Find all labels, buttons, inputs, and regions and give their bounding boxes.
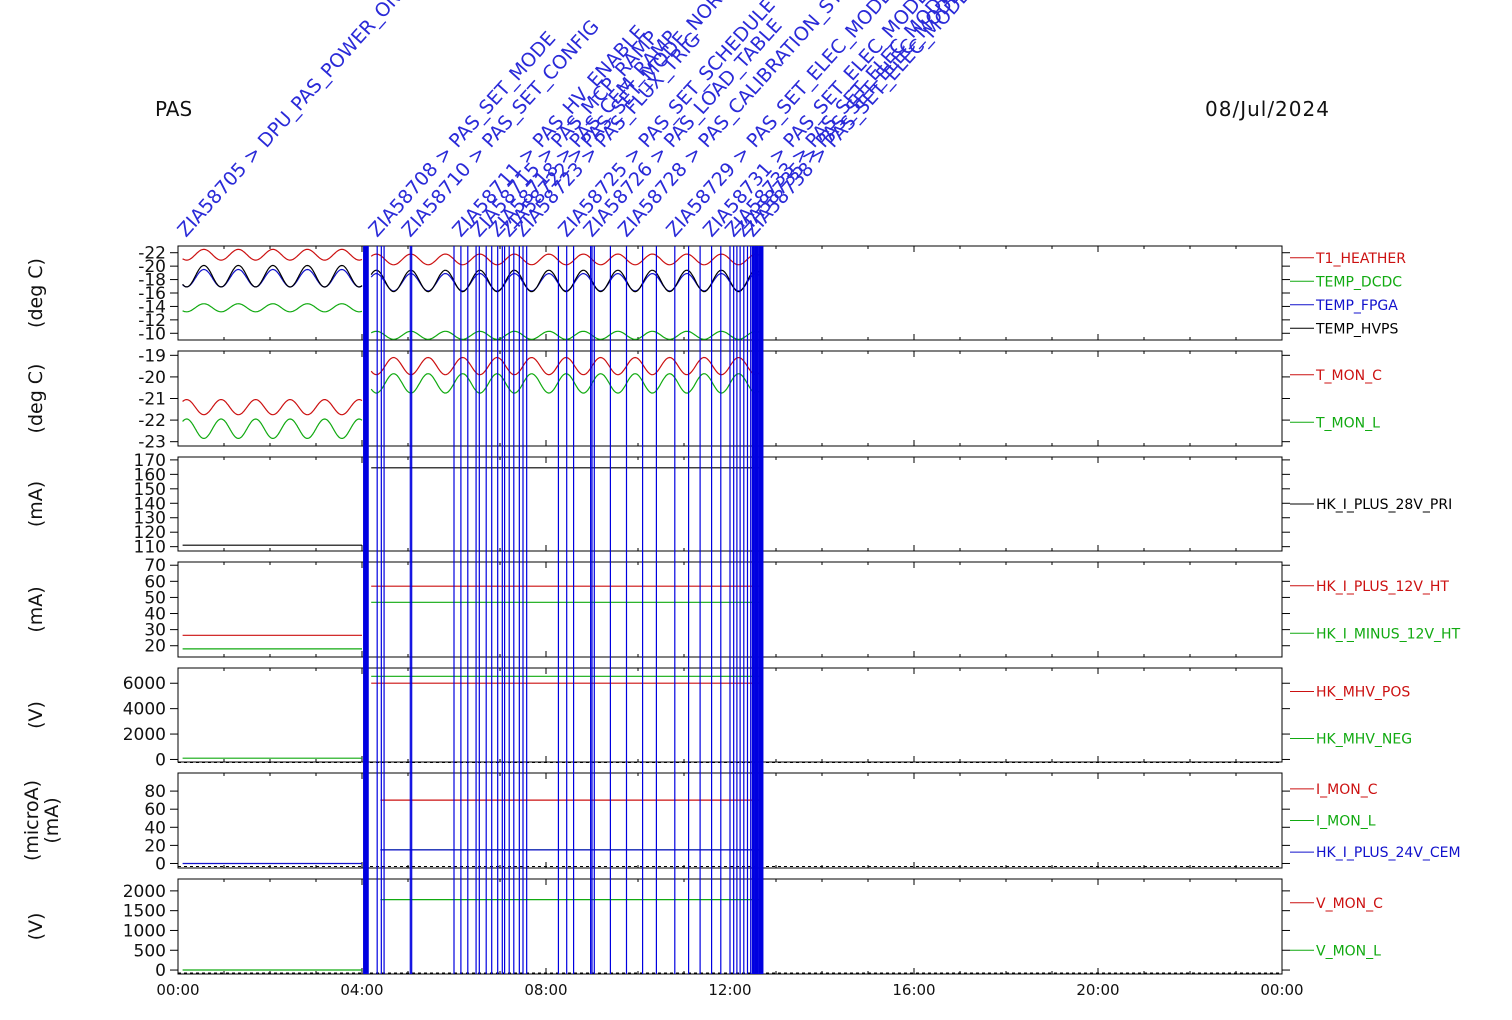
panel-5: 0 2000 4000 6000 (V) HK_MHV_POS HK_MHV_NEG — [25, 667, 1412, 770]
legend-hk-i-plus-24v-cem: HK_I_PLUS_24V_CEM — [1316, 845, 1461, 861]
legend-t1-heather: T1_HEATHER — [1315, 251, 1406, 267]
y-tick-label: 500 — [134, 941, 166, 961]
legend-temp-dcdc: TEMP_DCDC — [1315, 274, 1402, 290]
series-line — [182, 418, 363, 439]
y-tick-label: -23 — [138, 433, 166, 453]
event-labels: ZIA58705 > DPU_PAS_POWER_ONZIA58708 > PA… — [173, 0, 974, 241]
y-tick-label: 2000 — [123, 725, 166, 745]
y-tick-label: 80 — [144, 782, 166, 802]
y-axis-label: (microA) — [21, 780, 43, 861]
y-tick-label: 0 — [155, 854, 166, 874]
y-axis-label: (mA) — [25, 586, 47, 632]
y-axis-label: (V) — [25, 701, 47, 729]
legend-v-mon-c: V_MON_C — [1316, 896, 1383, 912]
x-tick-label: 00:00 — [1260, 981, 1303, 999]
legend-temp-fpga: TEMP_FPGA — [1315, 298, 1398, 314]
legend-hk-i-plus-28v-pri: HK_I_PLUS_28V_PRI — [1316, 497, 1452, 513]
y-tick-label: -22 — [138, 244, 166, 264]
legend-hk-mhv-neg: HK_MHV_NEG — [1316, 732, 1412, 748]
y-axis-label: (deg C) — [25, 258, 47, 328]
y-axis-label: (deg C) — [25, 364, 47, 434]
x-tick-label: 20:00 — [1076, 981, 1119, 999]
event-label: ZIA58705 > DPU_PAS_POWER_ON — [173, 0, 406, 241]
y-tick-label: 6000 — [123, 674, 166, 694]
y-tick-label: -19 — [138, 346, 166, 366]
legend-t-mon-l: T_MON_L — [1315, 415, 1380, 431]
legend-i-mon-l: I_MON_L — [1316, 814, 1376, 830]
y-tick-label: 0 — [155, 961, 166, 981]
y-axis-label-secondary: (mA) — [41, 797, 63, 843]
y-tick-label: -21 — [138, 390, 166, 410]
legend-v-mon-l: V_MON_L — [1316, 943, 1381, 959]
y-tick-label: 20 — [144, 836, 166, 856]
y-tick-label: -22 — [138, 411, 166, 431]
y-tick-label: 70 — [144, 556, 166, 576]
series-line — [182, 399, 363, 416]
y-tick-label: 170 — [134, 451, 166, 471]
event-lines — [363, 246, 764, 974]
housekeeping-chart: ZIA58705 > DPU_PAS_POWER_ONZIA58708 > PA… — [21, 0, 1461, 999]
y-tick-label: 60 — [144, 800, 166, 820]
y-tick-label: 1500 — [123, 902, 166, 922]
panel-6: 020406080 (microA)(mA) I_MON_C I_MON_L HK_I_… — [21, 772, 1461, 874]
panel-3: 110120130140150160170(mA) HK_I_PLUS_28V_P… — [25, 451, 1452, 558]
series-line — [182, 248, 363, 261]
y-tick-label: 0 — [155, 750, 166, 770]
legend-t-mon-c: T_MON_C — [1315, 368, 1382, 384]
panel-2: -19-20-21-22-23 (deg C) T_MON_C T_MON_L — [25, 346, 1382, 452]
y-axis-label: (V) — [25, 913, 47, 941]
panel-4: 203040506070(mA) HK_I_PLUS_12V_HTHK_I_MIN… — [25, 556, 1461, 658]
chart-panels: -10-12-14-16-18-20-22(deg C) T1_HEATHERTE… — [21, 244, 1461, 981]
y-tick-label: -20 — [138, 368, 166, 388]
x-tick-label: 00:00 — [156, 981, 199, 999]
legend-hk-i-plus-12v-ht: HK_I_PLUS_12V_HT — [1316, 579, 1449, 595]
panel-7: 0500100015002000 (V) V_MON_C V_MON_L — [25, 878, 1383, 981]
x-tick-label: 12:00 — [708, 981, 751, 999]
x-tick-label: 08:00 — [524, 981, 567, 999]
x-tick-label: 16:00 — [892, 981, 935, 999]
y-axis-label: (mA) — [25, 481, 47, 527]
time-axis: 00:00 04:00 08:00 12:00 16:00 20:00 00:00 — [156, 981, 1303, 999]
legend-temp-hvps: TEMP_HVPS — [1315, 321, 1398, 337]
legend-hk-mhv-pos: HK_MHV_POS — [1316, 685, 1410, 701]
x-tick-label: 04:00 — [340, 981, 383, 999]
series-line — [182, 303, 363, 313]
legend-i-mon-c: I_MON_C — [1316, 782, 1378, 798]
y-tick-label: 2000 — [123, 882, 166, 902]
legend-hk-i-minus-12v-ht: HK_I_MINUS_12V_HT — [1316, 626, 1461, 642]
y-tick-label: 40 — [144, 818, 166, 838]
panel-1: -10-12-14-16-18-20-22(deg C) T1_HEATHERTE… — [25, 244, 1406, 345]
y-tick-label: 1000 — [123, 921, 166, 941]
y-tick-label: 4000 — [123, 700, 166, 720]
